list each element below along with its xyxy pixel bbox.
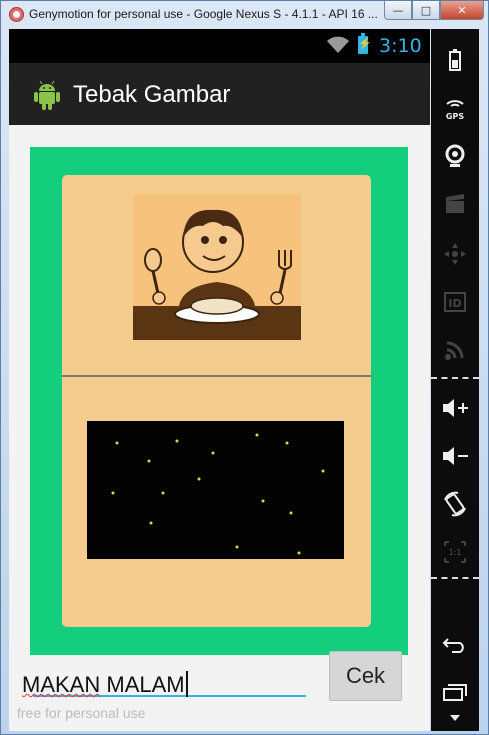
android-screen: ⚡ 3:10 Tebak Gambar MAKAN MALAM Cek free… bbox=[9, 29, 430, 731]
panel-separator bbox=[431, 577, 479, 579]
puzzle-card bbox=[62, 175, 371, 627]
svg-text:ID: ID bbox=[448, 297, 461, 310]
emulator-window: Genymotion for personal use - Google Nex… bbox=[0, 0, 489, 735]
panel-separator bbox=[431, 377, 479, 379]
svg-text:GPS: GPS bbox=[446, 112, 464, 120]
genymotion-icon bbox=[9, 7, 24, 22]
gps-icon[interactable]: GPS bbox=[437, 93, 473, 123]
action-bar: Tebak Gambar bbox=[9, 63, 430, 125]
pixel-perfect-icon[interactable]: 1:1 bbox=[437, 537, 473, 567]
cast-icon[interactable] bbox=[437, 335, 473, 365]
status-clock: 3:10 bbox=[379, 35, 422, 57]
scroll-down-arrow-icon[interactable] bbox=[437, 709, 473, 727]
recent-apps-icon[interactable] bbox=[437, 677, 473, 707]
card-divider bbox=[62, 375, 371, 377]
svg-text:1:1: 1:1 bbox=[449, 548, 462, 557]
wifi-icon bbox=[327, 36, 349, 53]
android-logo-icon bbox=[34, 80, 60, 110]
eating-boy-image bbox=[133, 194, 301, 340]
close-button[interactable]: ✕ bbox=[440, 1, 484, 20]
night-moon-image bbox=[87, 421, 344, 559]
back-icon[interactable] bbox=[437, 629, 473, 659]
answer-input-value: MAKAN MALAM bbox=[22, 671, 188, 698]
status-bar: ⚡ 3:10 bbox=[9, 29, 430, 63]
main-content: MAKAN MALAM Cek free for personal use bbox=[9, 125, 430, 731]
battery-icon[interactable] bbox=[437, 45, 473, 75]
dpad-icon[interactable] bbox=[437, 239, 473, 269]
battery-charging-icon: ⚡ bbox=[358, 33, 372, 54]
watermark: free for personal use bbox=[17, 705, 146, 721]
check-button[interactable]: Cek bbox=[329, 651, 402, 701]
window-titlebar[interactable]: Genymotion for personal use - Google Nex… bbox=[1, 1, 489, 27]
webcam-icon[interactable] bbox=[437, 141, 473, 171]
id-icon[interactable]: ID bbox=[437, 287, 473, 317]
minimize-button[interactable]: — bbox=[384, 1, 412, 20]
app-title: Tebak Gambar bbox=[73, 81, 231, 108]
text-cursor bbox=[185, 671, 188, 697]
window-title: Genymotion for personal use - Google Nex… bbox=[29, 7, 378, 21]
puzzle-area bbox=[30, 147, 408, 655]
volume-down-icon[interactable] bbox=[437, 441, 473, 471]
genymotion-side-panel: GPS ID 1:1 bbox=[431, 29, 479, 731]
window-controls: — □ ✕ bbox=[384, 1, 484, 21]
maximize-button[interactable]: □ bbox=[412, 1, 440, 20]
rotate-icon[interactable] bbox=[437, 489, 473, 519]
video-capture-icon[interactable] bbox=[437, 189, 473, 219]
volume-up-icon[interactable] bbox=[437, 393, 473, 423]
